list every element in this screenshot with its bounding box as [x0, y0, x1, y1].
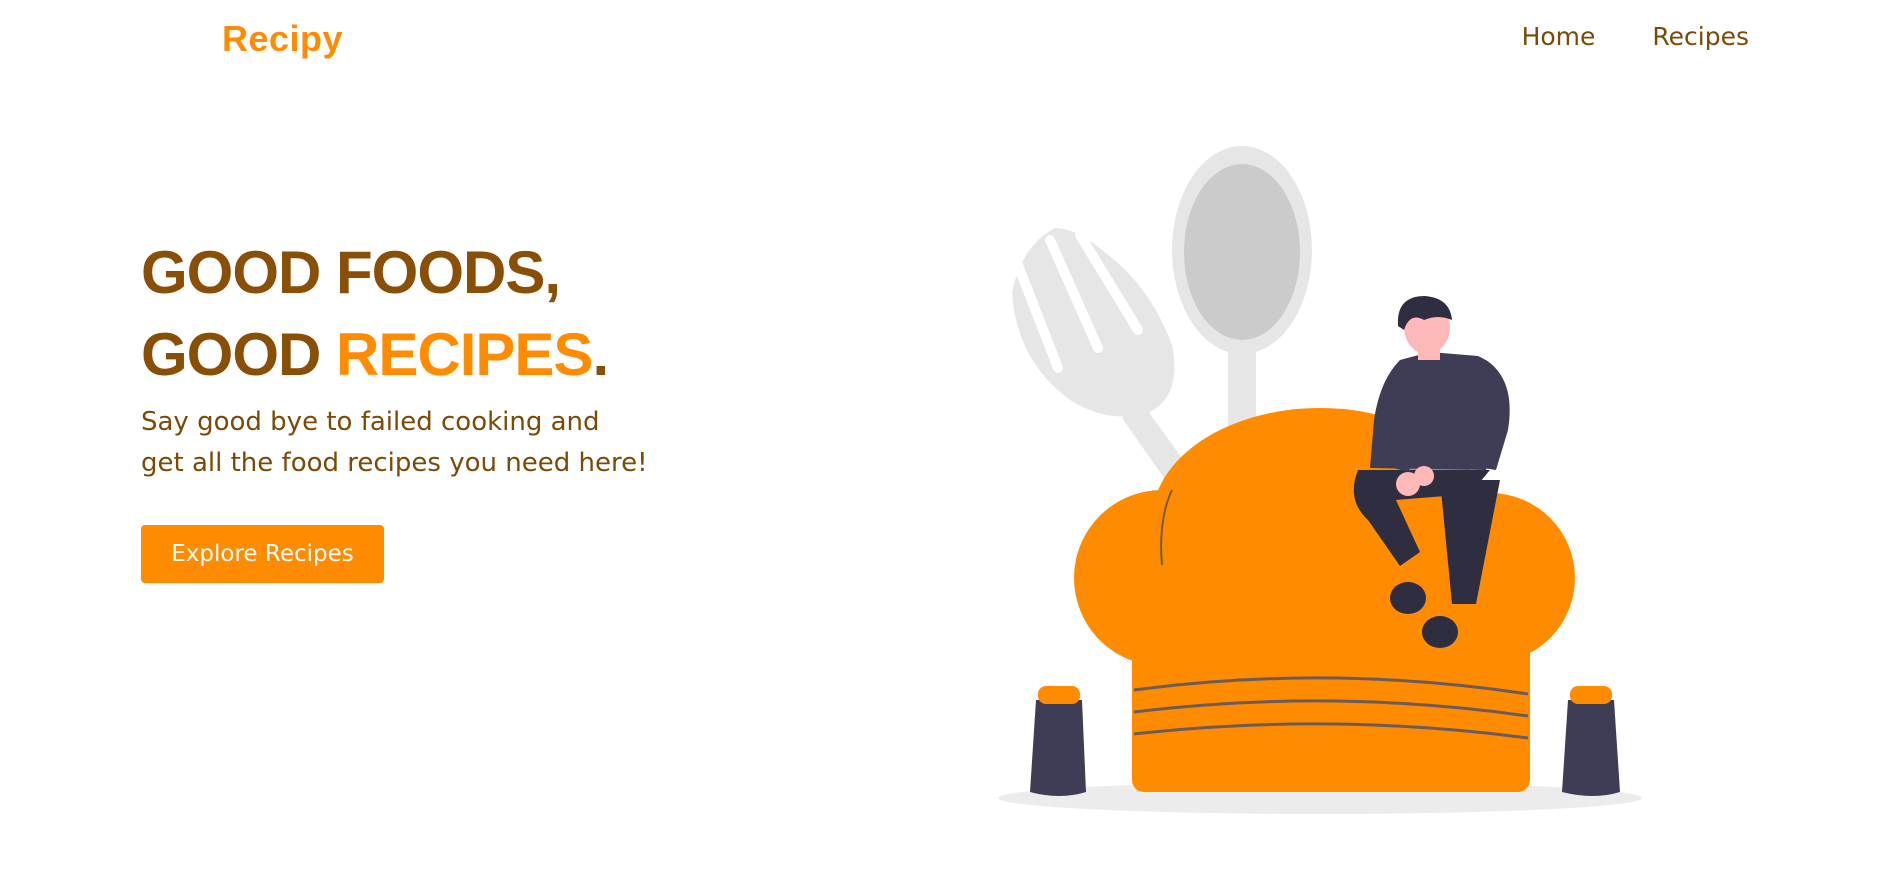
- nav-links: Home Recipes: [1522, 22, 1749, 51]
- pepper-shaker-icon: [1562, 686, 1620, 796]
- hero-subtitle: Say good bye to failed cooking and get a…: [141, 402, 761, 484]
- chef-hat-icon: [1074, 408, 1575, 792]
- headline-suffix: .: [592, 321, 609, 388]
- landing-page: Recipy Home Recipes GOOD FOODS, GOOD REC…: [0, 0, 1889, 885]
- hero-headline: GOOD FOODS, GOOD RECIPES.: [141, 232, 761, 396]
- nav-link-recipes[interactable]: Recipes: [1652, 22, 1749, 51]
- logo[interactable]: Recipy: [222, 18, 343, 60]
- headline-accent: RECIPES: [336, 321, 593, 388]
- spoon-icon: [1172, 146, 1312, 450]
- salt-shaker-icon: [1030, 686, 1086, 796]
- headline-line-1: GOOD FOODS,: [141, 239, 561, 306]
- navbar: Recipy Home Recipes: [0, 0, 1889, 80]
- nav-link-home[interactable]: Home: [1522, 22, 1596, 51]
- hero-section: GOOD FOODS, GOOD RECIPES. Say good bye t…: [141, 232, 761, 583]
- explore-recipes-button[interactable]: Explore Recipes: [141, 525, 384, 583]
- headline-prefix: GOOD: [141, 321, 337, 388]
- chef-hat-illustration: [998, 146, 1642, 814]
- subtitle-line-1: Say good bye to failed cooking and: [141, 407, 600, 437]
- subtitle-line-2: get all the food recipes you need here!: [141, 448, 648, 478]
